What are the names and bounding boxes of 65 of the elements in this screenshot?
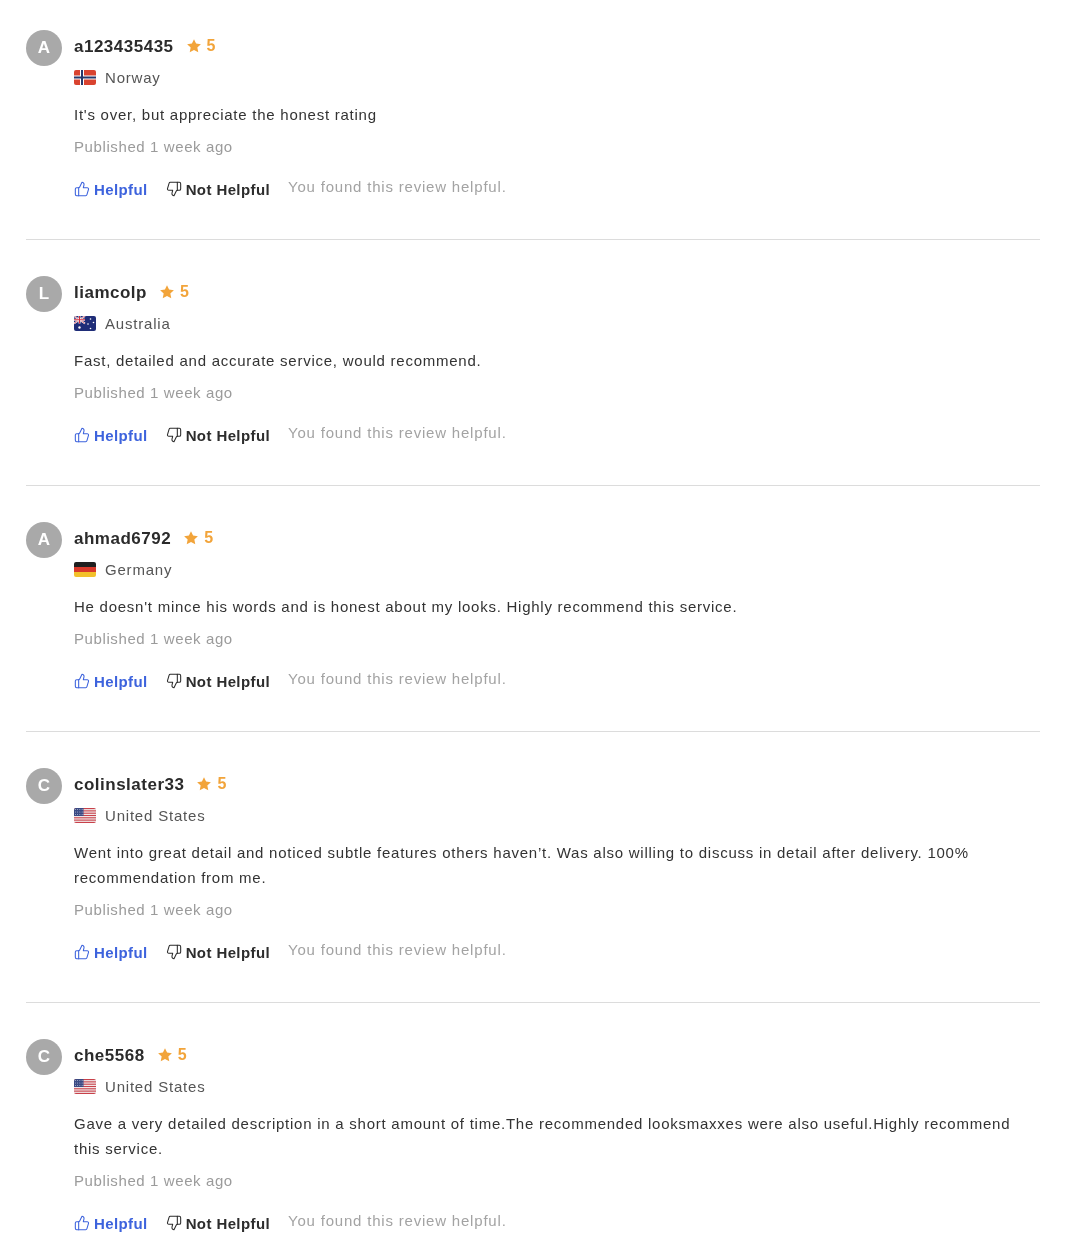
review-text: It's over, but appreciate the honest rating [74,105,378,125]
country-name: Germany [105,560,173,578]
not-helpful-button[interactable]: Not Helpful [165,672,271,690]
not-helpful-button[interactable]: Not Helpful [165,426,271,444]
review-text: He doesn't mince his words and is honest about my looks. Highly recommend this service. [74,597,739,617]
thumbs-up-icon [74,181,90,197]
reviewer-name: ahmad6792 [74,529,172,549]
feedback-message: You found this review helpful. [288,670,507,687]
thumbs-up-icon [74,427,90,443]
published-date: Published 1 week ago [74,900,234,920]
thumbs-up-icon [74,944,90,960]
rating-value: 5 [177,1045,187,1064]
not-helpful-button[interactable]: Not Helpful [165,1214,271,1232]
user-avatar: A [26,30,62,66]
country-name: Norway [105,68,161,86]
country-name: United States [105,806,206,824]
star-icon [196,775,213,792]
helpful-button[interactable]: Helpful [74,426,148,444]
thumbs-down-icon [165,181,182,197]
helpful-button[interactable]: Helpful [74,672,148,690]
country-name: United States [105,1077,206,1095]
australia-flag-icon [74,315,96,331]
star-icon [185,37,202,54]
feedback-message: You found this review helpful. [288,424,507,441]
published-date: Published 1 week ago [74,137,234,157]
usa-flag-icon [74,807,96,823]
thumbs-down-icon [165,1215,182,1231]
feedback-message: You found this review helpful. [288,178,507,195]
feedback-message: You found this review helpful. [288,941,507,958]
not-helpful-button[interactable]: Not Helpful [165,180,271,198]
thumbs-down-icon [165,427,182,443]
rating-value: 5 [206,36,216,55]
helpful-button[interactable]: Helpful [74,943,148,961]
helpful-button[interactable]: Helpful [74,1214,148,1232]
country-name: Australia [105,314,171,332]
rating-value: 5 [179,282,189,301]
thumbs-up-icon [74,1215,90,1231]
thumbs-down-icon [165,944,182,960]
reviewer-name: a123435435 [74,37,174,57]
user-avatar: L [26,276,62,312]
reviewer-name: che5568 [74,1046,145,1066]
not-helpful-button[interactable]: Not Helpful [165,943,271,961]
review-text: Gave a very detailed description in a short amount of time.The recommended looksmaxxes were also useful.Highly recommend this service. [74,1114,1012,1159]
published-date: Published 1 week ago [74,383,234,403]
norway-flag-icon [74,69,96,85]
published-date: Published 1 week ago [74,629,234,649]
star-icon [183,529,200,546]
feedback-message: You found this review helpful. [288,1212,507,1229]
reviewer-name: liamcolp [74,283,147,303]
user-avatar: C [26,1039,62,1075]
user-avatar: C [26,768,62,804]
rating-value: 5 [204,528,214,547]
reviewer-name: colinslater33 [74,775,185,795]
usa-flag-icon [74,1078,96,1094]
thumbs-down-icon [165,673,182,689]
star-icon [156,1046,173,1063]
star-icon [158,283,175,300]
review-text: Fast, detailed and accurate service, would recommend. [74,351,483,371]
user-avatar: A [26,522,62,558]
germany-flag-icon [74,561,96,577]
rating-value: 5 [217,774,227,793]
helpful-button[interactable]: Helpful [74,180,148,198]
thumbs-up-icon [74,673,90,689]
published-date: Published 1 week ago [74,1171,234,1191]
review-text: Went into great detail and noticed subtle features others haven’t. Was also willing to discuss in detail after delivery. 100% recommendation from me. [74,843,970,888]
